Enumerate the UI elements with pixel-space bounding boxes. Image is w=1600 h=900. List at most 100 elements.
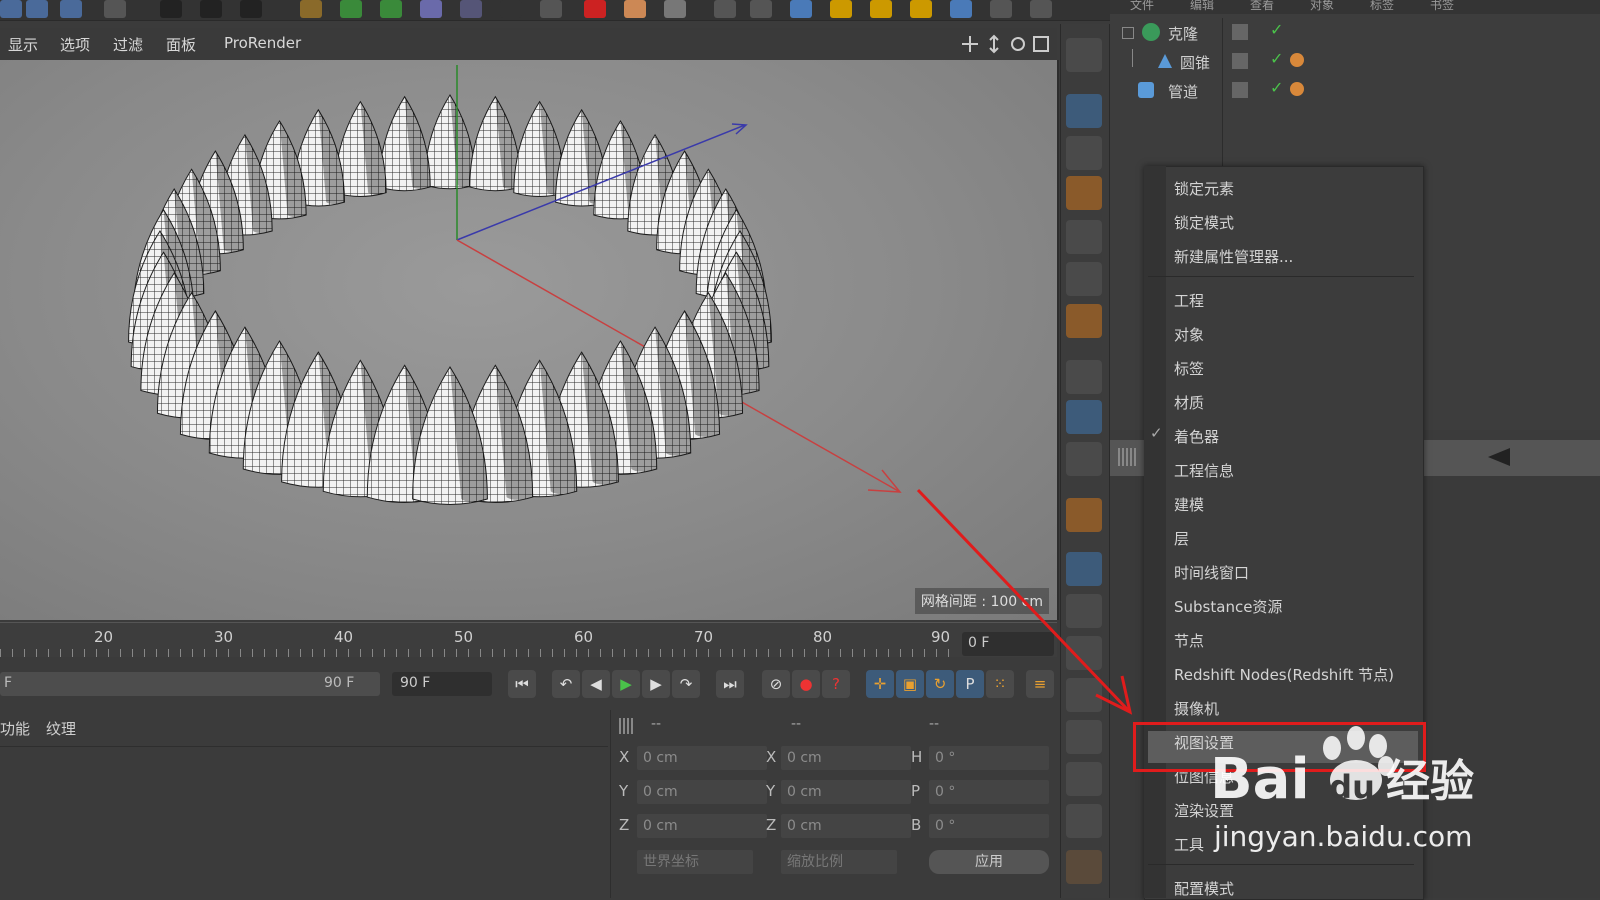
go-to-end-icon[interactable]: ⏭: [716, 670, 744, 698]
menu-item-tool[interactable]: 工具: [1174, 834, 1204, 855]
ring-icon[interactable]: [60, 0, 82, 18]
record-icon[interactable]: ●: [792, 670, 820, 698]
tab-texture[interactable]: 纹理: [46, 718, 76, 739]
grip-icon[interactable]: [619, 718, 635, 734]
enabled-check-icon[interactable]: ✓: [1270, 20, 1283, 39]
menu-item-substance[interactable]: Substance资源: [1174, 596, 1282, 617]
rot-h-field[interactable]: 0 °: [929, 746, 1049, 770]
undo-icon[interactable]: [0, 0, 22, 18]
record-off-icon[interactable]: ⊘: [762, 670, 790, 698]
rot-b-field[interactable]: 0 °: [929, 814, 1049, 838]
layer-icon[interactable]: [1232, 53, 1248, 69]
menu-item-nodes[interactable]: 节点: [1174, 630, 1204, 651]
points-mode-icon[interactable]: [1066, 220, 1102, 254]
step-back-icon[interactable]: ◀: [582, 670, 610, 698]
cube-icon[interactable]: [790, 0, 812, 18]
render-settings-icon[interactable]: [240, 0, 262, 18]
tool-icon[interactable]: [104, 0, 126, 18]
menu-item-lock-mode[interactable]: 锁定模式: [1174, 212, 1234, 233]
pos-z-field[interactable]: 0 cm: [637, 814, 767, 838]
menu-item-object[interactable]: 对象: [1174, 324, 1204, 345]
world-coord-dropdown[interactable]: 世界坐标: [637, 850, 753, 874]
range-slider[interactable]: F 90 F: [0, 672, 380, 696]
layer-icon[interactable]: [1232, 82, 1248, 98]
menu-display[interactable]: 显示: [8, 34, 38, 55]
spline-icon[interactable]: [300, 0, 322, 18]
render-picture-icon[interactable]: [200, 0, 222, 18]
polygons-mode-icon[interactable]: [1066, 304, 1102, 338]
om-menu-file[interactable]: 文件: [1130, 0, 1154, 13]
move-down-icon[interactable]: [584, 0, 606, 18]
menu-item-new-attribute-manager[interactable]: 新建属性管理器...: [1174, 246, 1293, 267]
size-y-field[interactable]: 0 cm: [781, 780, 911, 804]
rotate-icon[interactable]: [870, 0, 892, 18]
texture-mode-icon[interactable]: [1066, 136, 1102, 170]
menu-filter[interactable]: 过滤: [113, 34, 143, 55]
render-view-icon[interactable]: [160, 0, 182, 18]
key-position-icon[interactable]: ✛: [866, 670, 894, 698]
object-row-cloner[interactable]: 克隆 ✓: [1110, 20, 1600, 49]
go-to-start-icon[interactable]: ⏮: [508, 670, 536, 698]
sculpt-icon[interactable]: [1066, 38, 1102, 72]
axis-icon[interactable]: [750, 0, 772, 18]
layer-icon[interactable]: [1232, 24, 1248, 40]
deformer-icon[interactable]: [420, 0, 442, 18]
hair-icon[interactable]: [1066, 762, 1102, 796]
tab-function[interactable]: 功能: [0, 718, 30, 739]
om-menu-object[interactable]: 对象: [1310, 0, 1334, 13]
floor-icon[interactable]: [460, 0, 482, 18]
knife-icon[interactable]: [1030, 0, 1052, 18]
pos-y-field[interactable]: 0 cm: [637, 780, 767, 804]
pointer-icon[interactable]: [990, 0, 1012, 18]
menu-item-tag[interactable]: 标签: [1174, 358, 1204, 379]
menu-options[interactable]: 选项: [60, 34, 90, 55]
guide-icon[interactable]: [1066, 720, 1102, 754]
magnet-icon[interactable]: [714, 0, 736, 18]
tweak-mode-icon[interactable]: [1066, 400, 1102, 434]
menu-item-redshift-nodes[interactable]: Redshift Nodes(Redshift 节点): [1174, 664, 1394, 685]
prev-key-icon[interactable]: ↶: [552, 670, 580, 698]
size-x-field[interactable]: 0 cm: [781, 746, 911, 770]
scale-icon[interactable]: [624, 0, 646, 18]
back-arrow-icon[interactable]: [1488, 448, 1510, 466]
apply-button[interactable]: 应用: [929, 850, 1049, 874]
menu-item-timeline-window[interactable]: 时间线窗口: [1174, 562, 1249, 583]
pos-x-field[interactable]: 0 cm: [637, 746, 767, 770]
scale-tool-icon[interactable]: [910, 0, 932, 18]
enabled-check-icon[interactable]: ✓: [1270, 49, 1283, 68]
menu-panel[interactable]: 面板: [166, 34, 196, 55]
material-tag-icon[interactable]: [1290, 82, 1304, 96]
sphere-grid-icon[interactable]: [1066, 804, 1102, 838]
object-row-tube[interactable]: 管道 ✓: [1110, 78, 1600, 107]
enabled-check-icon[interactable]: ✓: [1270, 78, 1283, 97]
om-menu-edit[interactable]: 编辑: [1190, 0, 1214, 13]
timeline-ruler[interactable]: 20 30 40 50 60 70 80 90: [0, 622, 1057, 657]
transform-icon[interactable]: [950, 0, 972, 18]
doc-icon[interactable]: [664, 0, 686, 18]
axis-mode-icon[interactable]: [1066, 360, 1102, 394]
om-menu-tag[interactable]: 标签: [1370, 0, 1394, 13]
play-icon[interactable]: ▶: [612, 670, 640, 698]
solo-icon[interactable]: [1066, 442, 1102, 476]
redo-icon[interactable]: [26, 0, 48, 18]
next-key-icon[interactable]: ↷: [672, 670, 700, 698]
menu-prorender[interactable]: ProRender: [224, 34, 301, 52]
edges-mode-icon[interactable]: [1066, 262, 1102, 296]
menu-item-shader[interactable]: 着色器: [1174, 426, 1219, 447]
step-forward-icon[interactable]: ▶: [642, 670, 670, 698]
menu-item-camera[interactable]: 摄像机: [1174, 698, 1219, 719]
menu-item-project-info[interactable]: 工程信息: [1174, 460, 1234, 481]
scale-dropdown[interactable]: 缩放比例: [781, 850, 897, 874]
om-menu-bookmark[interactable]: 书签: [1430, 0, 1454, 13]
menu-item-config-mode[interactable]: 配置模式: [1174, 878, 1234, 899]
rot-p-field[interactable]: 0 °: [929, 780, 1049, 804]
end-frame-field[interactable]: 90 F: [392, 672, 492, 696]
generator-icon[interactable]: [340, 0, 362, 18]
menu-item-project[interactable]: 工程: [1174, 290, 1204, 311]
menu-item-lock-element[interactable]: 锁定元素: [1174, 178, 1234, 199]
camera-icon[interactable]: [500, 0, 522, 18]
size-z-field[interactable]: 0 cm: [781, 814, 911, 838]
workplane-icon[interactable]: [1066, 176, 1102, 210]
object-row-cone[interactable]: 圆锥 ✓: [1110, 49, 1600, 78]
collapse-icon[interactable]: [1122, 27, 1134, 39]
